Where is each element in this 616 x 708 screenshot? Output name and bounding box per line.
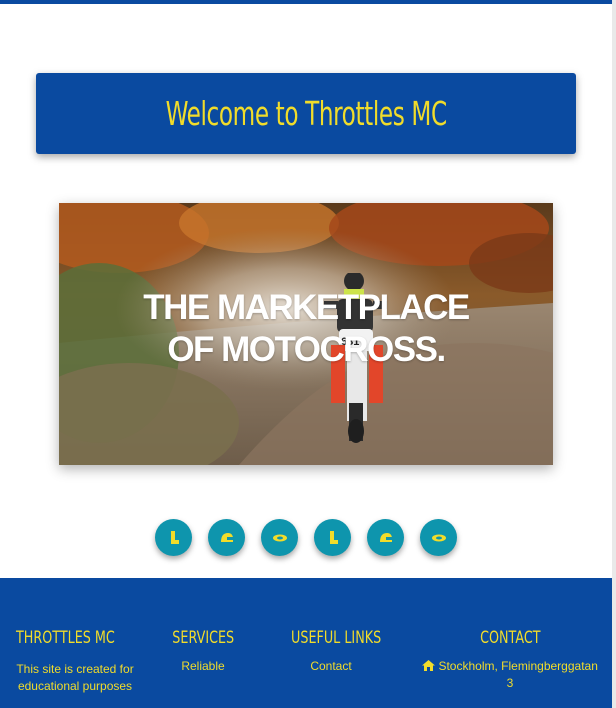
top-bar <box>0 0 616 4</box>
footer: THROTTLES MC This site is created for ed… <box>0 578 612 708</box>
footer-links-heading: USEFUL LINKS <box>291 628 382 648</box>
footer-services: SERVICES Reliable <box>162 628 244 675</box>
goggles-icon[interactable] <box>420 519 457 556</box>
footer-contact-heading: CONTACT <box>479 628 541 648</box>
hero-headline-line2: OF MOTOCROSS. <box>167 330 446 369</box>
hero-image: 681 THE MARKETPLACE OF MOTOCROSS. <box>59 203 553 465</box>
welcome-banner: Welcome to Throttles MC <box>36 73 576 154</box>
footer-link-contact[interactable]: Contact <box>276 658 386 675</box>
page: Welcome to Throttles MC 681 THE MARKETPL… <box>0 0 616 708</box>
boot-icon[interactable] <box>314 519 351 556</box>
footer-contact-address: Stockholm, Flemingberggatan 3 <box>418 658 602 692</box>
boot-icon[interactable] <box>155 519 192 556</box>
footer-services-item: Reliable <box>181 659 225 673</box>
helmet-icon[interactable] <box>367 519 404 556</box>
goggles-icon[interactable] <box>261 519 298 556</box>
hero-headline-line1: THE MARKETPLACE <box>143 288 470 327</box>
hero-headline: THE MARKETPLACE OF MOTOCROSS. <box>59 287 553 371</box>
footer-contact: CONTACT Stockholm, Flemingberggatan 3 <box>418 628 602 692</box>
scrollbar-track[interactable] <box>612 0 616 708</box>
page-title: Welcome to Throttles MC <box>165 94 447 133</box>
footer-brand-name: THROTTLES MC <box>16 628 115 648</box>
footer-useful-links: USEFUL LINKS Contact <box>276 628 386 675</box>
helmet-icon[interactable] <box>208 519 245 556</box>
home-icon <box>422 660 436 671</box>
footer-brand: THROTTLES MC This site is created for ed… <box>12 628 142 695</box>
icon-row <box>155 519 457 556</box>
footer-address-text: Stockholm, Flemingberggatan 3 <box>438 659 598 690</box>
footer-brand-text: This site is created for educational pur… <box>16 662 134 693</box>
footer-services-heading: SERVICES <box>172 628 235 648</box>
